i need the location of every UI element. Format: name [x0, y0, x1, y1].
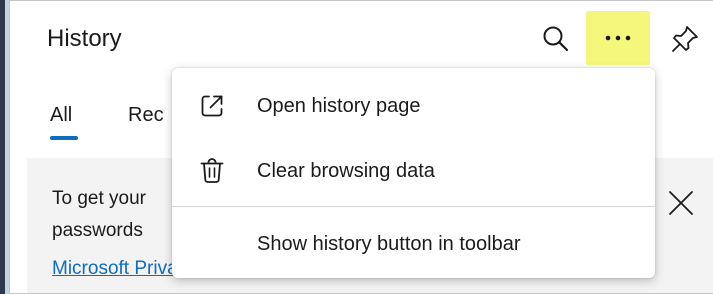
- menu-divider: [172, 206, 655, 207]
- open-external-icon: [201, 95, 223, 117]
- notice-line-1: To get your: [52, 188, 146, 209]
- notice-close-button[interactable]: [663, 185, 699, 221]
- menu-item-open-history-page[interactable]: Open history page: [172, 78, 655, 134]
- menu-item-label: Open history page: [257, 94, 421, 117]
- panel-title: History: [47, 25, 122, 52]
- close-icon: [669, 191, 693, 215]
- tab-recently-closed[interactable]: Recently closed: [128, 104, 164, 127]
- trash-icon: [200, 158, 224, 183]
- history-panel: History All Recently closed To get your …: [10, 1, 713, 293]
- menu-item-show-history-button[interactable]: Show history button in toolbar: [172, 216, 655, 272]
- notice-line-2: passwords: [52, 220, 143, 241]
- notice-text: To get your passwords: [52, 183, 172, 247]
- menu-item-label: Clear browsing data: [257, 159, 435, 182]
- history-more-menu: Open history page Clear browsing data Sh…: [172, 68, 655, 278]
- menu-item-clear-browsing-data[interactable]: Clear browsing data: [172, 143, 655, 199]
- menu-item-label: Show history button in toolbar: [257, 232, 521, 255]
- tab-all[interactable]: All: [50, 104, 72, 127]
- more-options-icon: [605, 35, 631, 41]
- pin-button[interactable]: [665, 19, 705, 59]
- more-options-button[interactable]: [586, 11, 650, 65]
- search-button[interactable]: [538, 19, 574, 59]
- search-icon: [543, 26, 569, 52]
- pin-icon: [672, 26, 698, 52]
- tab-all-selected-indicator: [50, 136, 78, 140]
